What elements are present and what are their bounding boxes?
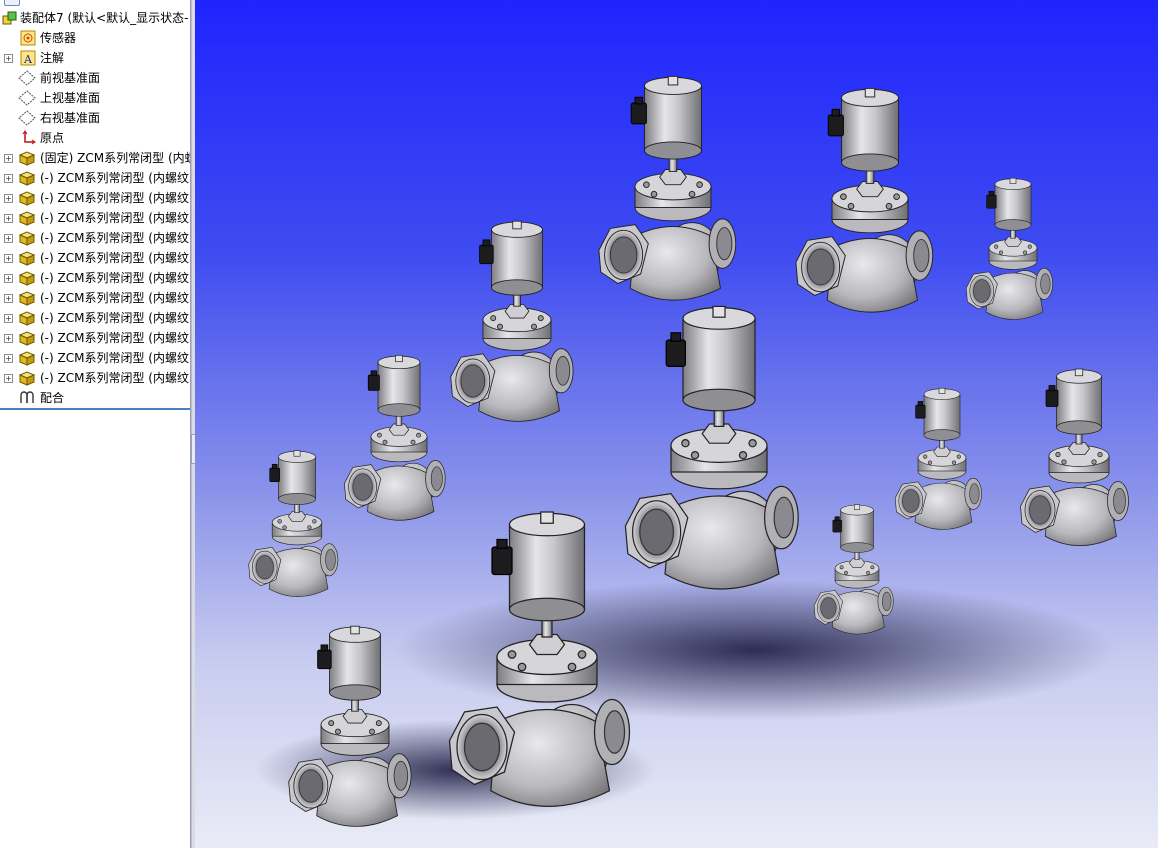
expand-icon[interactable]: + [4, 54, 13, 63]
valve-model[interactable] [795, 87, 934, 313]
valve-model[interactable] [1020, 368, 1129, 546]
tree-item-origin[interactable]: 原点 [0, 128, 190, 148]
expand-icon[interactable]: + [4, 154, 13, 163]
part-icon [18, 270, 36, 286]
part-icon [18, 310, 36, 326]
part-icon [18, 210, 36, 226]
expand-icon[interactable]: + [4, 294, 13, 303]
assembly-icon [2, 10, 18, 26]
tree-item-label: 注解 [40, 51, 65, 65]
tree-item-label: (-) ZCM系列常闭型 (内螺纹 [40, 251, 189, 265]
expand-icon[interactable]: + [4, 234, 13, 243]
tree-item-label: (固定) ZCM系列常闭型 (内螺 [40, 151, 191, 165]
tree-item-label: (-) ZCM系列常闭型 (内螺纹 [40, 191, 189, 205]
tree-item-label: 右视基准面 [40, 111, 101, 125]
valve-model[interactable] [624, 305, 799, 590]
expand-icon[interactable]: + [4, 354, 13, 363]
tree-item-front-plane[interactable]: 前视基准面 [0, 68, 190, 88]
graphics-viewport[interactable] [195, 0, 1158, 848]
plane-icon [18, 110, 36, 126]
part-icon [18, 370, 36, 386]
tree-item-top-plane[interactable]: 上视基准面 [0, 88, 190, 108]
tree-item-component[interactable]: + (-) ZCM系列常闭型 (内螺纹 [0, 168, 190, 188]
tree-item-component[interactable]: + (-) ZCM系列常闭型 (内螺纹 [0, 228, 190, 248]
valve-model[interactable] [450, 220, 574, 422]
tree-item-component[interactable]: + (-) ZCM系列常闭型 (内螺纹 [0, 188, 190, 208]
tree-item-sensors[interactable]: 传感器 [0, 28, 190, 48]
expand-icon[interactable]: + [4, 254, 13, 263]
part-icon [18, 250, 36, 266]
feature-manager-tree: 装配体7 (默认<默认_显示状态- 传感器 + A 注解 前视基准面 上视基准面… [0, 0, 191, 848]
valve-model[interactable] [598, 75, 737, 301]
tree-item-label: (-) ZCM系列常闭型 (内螺纹 [40, 351, 189, 365]
part-icon [18, 290, 36, 306]
plane-icon [18, 90, 36, 106]
tree-root[interactable]: 装配体7 (默认<默认_显示状态- [0, 8, 190, 28]
part-icon [18, 330, 36, 346]
tree-item-right-plane[interactable]: 右视基准面 [0, 108, 190, 128]
tree-item-label: 上视基准面 [40, 91, 101, 105]
tree-item-annotations[interactable]: + A 注解 [0, 48, 190, 68]
expand-icon[interactable]: + [4, 314, 13, 323]
tree-item-component[interactable]: + (-) ZCM系列常闭型 (内螺纹 [0, 288, 190, 308]
tree-item-component[interactable]: + (-) ZCM系列常闭型 (内螺纹 [0, 268, 190, 288]
tree-item-label: (-) ZCM系列常闭型 (内螺纹 [40, 311, 189, 325]
valve-model[interactable] [344, 355, 446, 521]
tree-item-label: (-) ZCM系列常闭型 (内螺纹 [40, 211, 189, 225]
tree-item-label: (-) ZCM系列常闭型 (内螺纹 [40, 331, 189, 345]
part-icon [18, 190, 36, 206]
tree-item-label: (-) ZCM系列常闭型 (内螺纹 [40, 291, 189, 305]
tree-item-component[interactable]: + (-) ZCM系列常闭型 (内螺纹 [0, 308, 190, 328]
tree-item-component[interactable]: + (-) ZCM系列常闭型 (内螺纹 [0, 208, 190, 228]
valve-model[interactable] [965, 177, 1053, 320]
tree-item-label: (-) ZCM系列常闭型 (内螺纹 [40, 271, 189, 285]
tree-item-label: 配合 [40, 391, 65, 405]
model-canvas [248, 75, 1129, 827]
tree-item-mates[interactable]: 配合 [0, 388, 190, 408]
plane-icon [18, 70, 36, 86]
origin-icon [20, 130, 36, 146]
tree-item-component[interactable]: + (-) ZCM系列常闭型 (内螺纹 [0, 368, 190, 388]
expand-icon[interactable]: + [4, 194, 13, 203]
tree-root-label: 装配体7 (默认<默认_显示状态- [20, 11, 189, 25]
tree-item-component[interactable]: + (固定) ZCM系列常闭型 (内螺 [0, 148, 190, 168]
tree-item-label: (-) ZCM系列常闭型 (内螺纹 [40, 231, 189, 245]
mates-icon [18, 390, 34, 406]
tree-item-label: 原点 [40, 131, 65, 145]
sensor-icon [20, 30, 36, 46]
tree-item-label: (-) ZCM系列常闭型 (内螺纹 [40, 371, 189, 385]
expand-icon[interactable]: + [4, 374, 13, 383]
expand-icon[interactable]: + [4, 174, 13, 183]
valve-model[interactable] [248, 450, 339, 597]
part-icon [18, 350, 36, 366]
valve-model[interactable] [894, 387, 982, 530]
part-icon [18, 150, 36, 166]
tree-item-component[interactable]: + (-) ZCM系列常闭型 (内螺纹 [0, 328, 190, 348]
part-icon [18, 230, 36, 246]
tree-item-label: 前视基准面 [40, 71, 101, 85]
expand-icon[interactable]: + [4, 214, 13, 223]
part-icon [18, 170, 36, 186]
tree-item-component[interactable]: + (-) ZCM系列常闭型 (内螺纹 [0, 248, 190, 268]
tree-item-label: 传感器 [40, 31, 77, 45]
valve-model[interactable] [813, 504, 894, 635]
svg-text:A: A [23, 53, 33, 66]
tree-divider [0, 408, 190, 410]
tree-item-label: (-) ZCM系列常闭型 (内螺纹 [40, 171, 189, 185]
tree-item-component[interactable]: + (-) ZCM系列常闭型 (内螺纹 [0, 348, 190, 368]
expand-icon[interactable]: + [4, 334, 13, 343]
expand-icon[interactable]: + [4, 274, 13, 283]
annotation-icon: A [20, 50, 36, 66]
panel-tab[interactable] [4, 0, 20, 6]
